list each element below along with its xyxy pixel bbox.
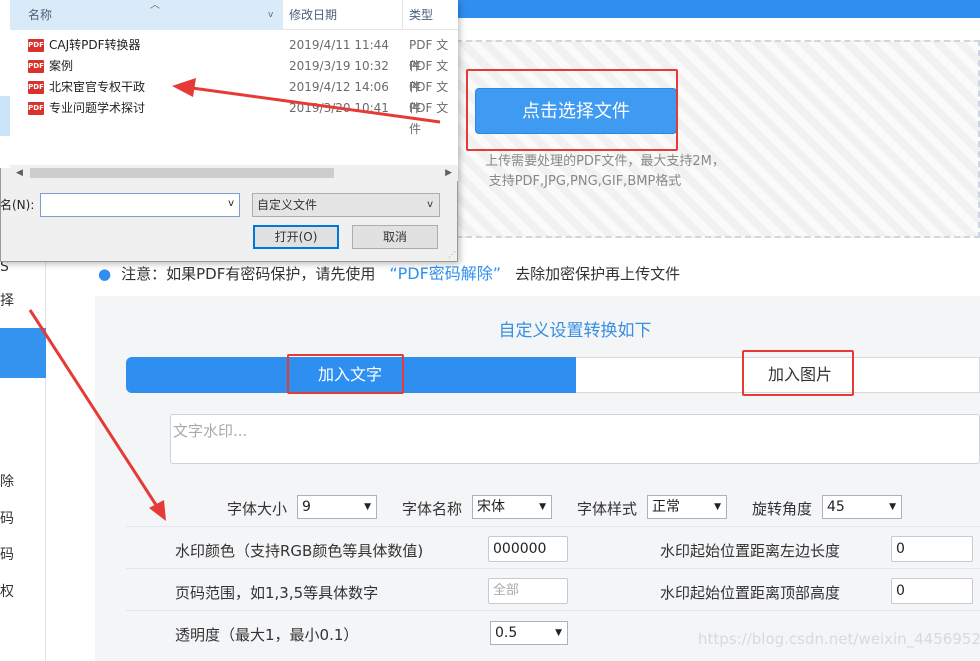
annotation-arrow	[28, 309, 160, 509]
arrow-head-icon	[172, 78, 196, 97]
arrow-head-icon	[149, 500, 166, 521]
annotation-arrow	[191, 86, 441, 124]
annotation-arrows	[28, 78, 441, 521]
